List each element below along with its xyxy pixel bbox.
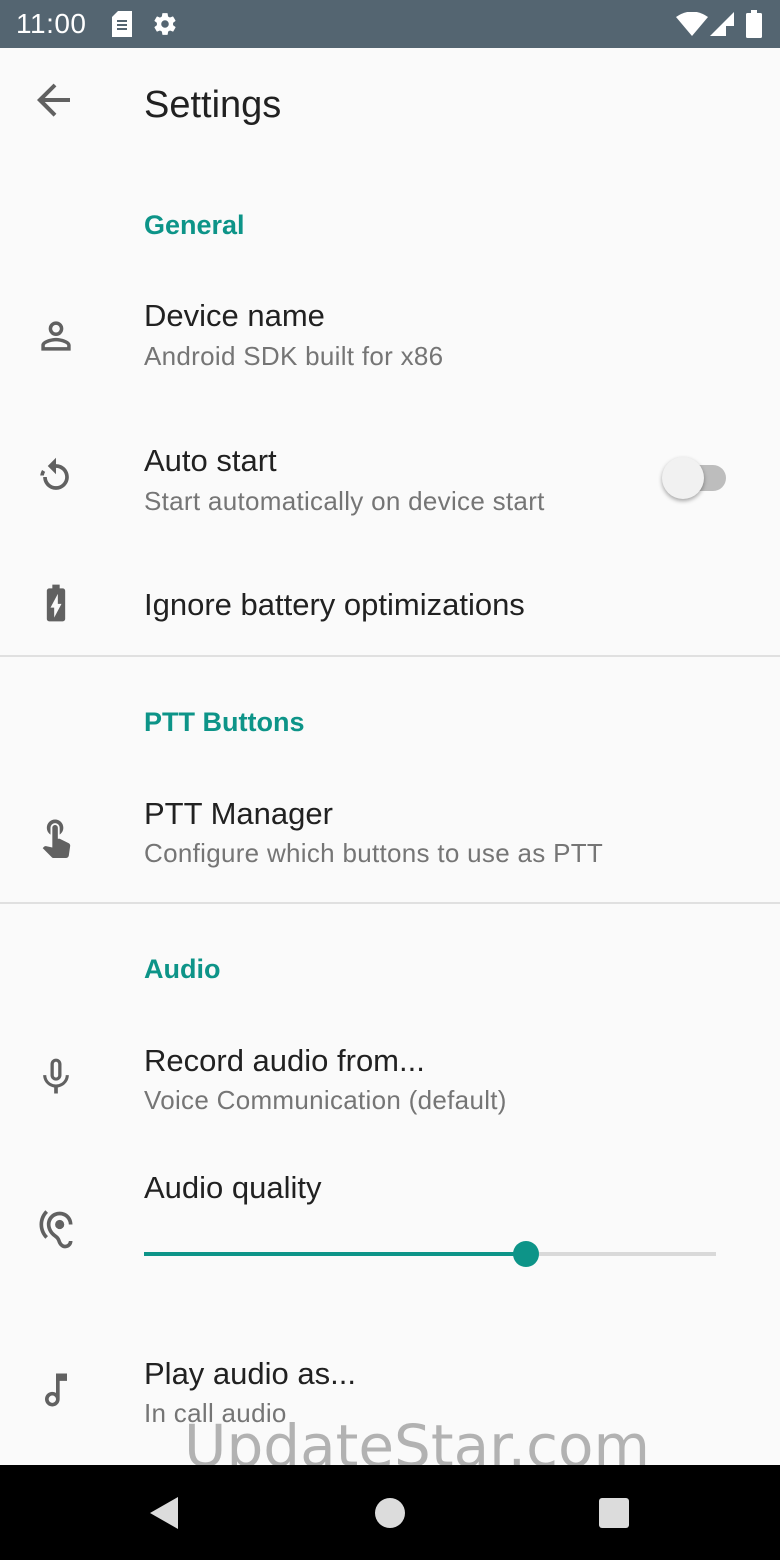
section-audio-title: Audio [144,954,221,984]
divider [0,902,780,904]
music-note-icon [45,1373,67,1407]
audio-quality-slider-thumb[interactable] [512,1241,539,1267]
wifi-icon [676,11,708,41]
pref-play-audio-title: Play audio as... [144,1356,356,1391]
pref-device-name-summary: Android SDK built for x86 [144,341,444,371]
pref-record-audio[interactable]: Record audio from... Voice Communication… [0,1015,780,1145]
sd-card-icon [112,11,132,42]
recents-square-icon[interactable] [594,1493,634,1533]
signal-icon [710,12,736,41]
status-time: 11:00 [16,8,87,39]
pref-device-name[interactable]: Device name Android SDK built for x86 [0,270,780,400]
pref-ptt-manager-summary: Configure which buttons to use as PTT [144,838,604,868]
pref-auto-start-summary: Start automatically on device start [144,486,545,516]
pref-ignore-battery[interactable]: Ignore battery optimizations [0,555,780,655]
home-circle-icon[interactable] [370,1493,410,1533]
battery-icon [746,10,762,43]
audio-quality-slider[interactable] [144,1241,716,1267]
pref-ptt-manager[interactable]: PTT Manager Configure which buttons to u… [0,770,780,900]
pref-audio-quality[interactable]: Audio quality [0,1150,780,1300]
navigation-bar [0,1465,780,1560]
gear-icon [152,11,178,42]
pref-audio-quality-title: Audio quality [144,1170,322,1205]
pref-record-audio-title: Record audio from... [144,1043,425,1078]
status-bar: 11:00 [0,0,780,48]
touch-icon [42,819,71,858]
microphone-icon [43,1058,69,1094]
divider [0,655,780,657]
back-button[interactable] [26,72,82,128]
pref-ptt-manager-title: PTT Manager [144,796,333,831]
restart-icon [40,457,69,490]
battery-charging-icon [46,584,66,622]
section-general-title: General [144,210,245,240]
pref-auto-start-title: Auto start [144,443,277,478]
audio-quality-slider-fill [144,1252,526,1256]
hearing-icon [39,1210,73,1249]
pref-ignore-battery-title: Ignore battery optimizations [144,587,525,622]
section-ptt-title: PTT Buttons [144,707,305,737]
app-bar: Settings [0,48,780,160]
arrow-back-icon [37,83,70,117]
pref-device-name-title: Device name [144,298,325,333]
pref-record-audio-summary: Voice Communication (default) [144,1085,507,1115]
page-title: Settings [144,84,282,126]
person-icon [41,321,71,351]
auto-start-switch-thumb[interactable] [662,457,704,499]
back-triangle-icon[interactable] [144,1493,184,1533]
